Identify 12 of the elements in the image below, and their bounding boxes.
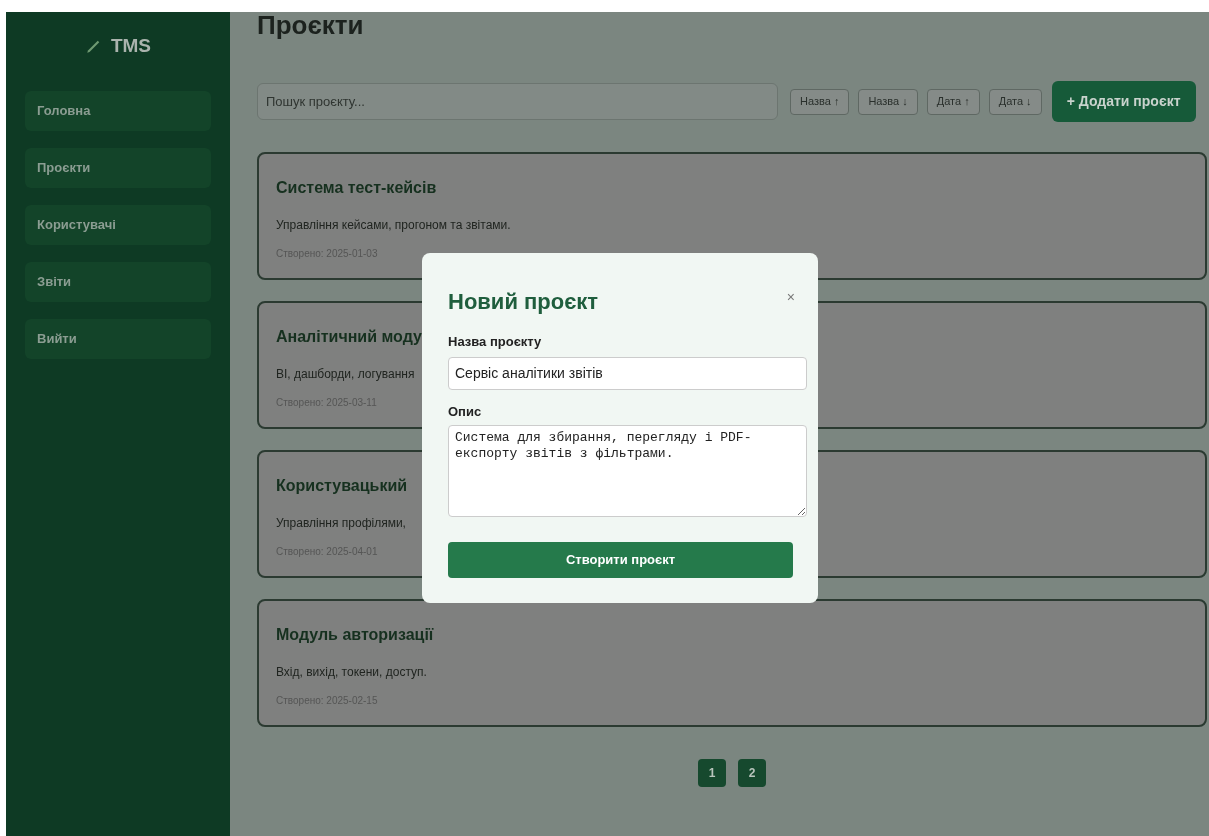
project-description: Вхід, вихід, токени, доступ. bbox=[276, 664, 427, 681]
project-title: Аналітичний моду bbox=[276, 327, 422, 347]
project-description: Управління профілями, bbox=[276, 515, 406, 532]
project-title: Користувацький bbox=[276, 476, 408, 496]
project-description: Управління кейсами, прогоном та звітами. bbox=[276, 217, 511, 234]
project-description: BI, дашборди, логування bbox=[276, 366, 415, 383]
logo-text: TMS bbox=[110, 34, 152, 58]
project-title: Модуль авторизації bbox=[276, 625, 434, 645]
project-title: Система тест-кейсів bbox=[276, 178, 437, 198]
page-title: Проєкти bbox=[257, 12, 364, 38]
field-label: Назва проєкту bbox=[448, 333, 543, 351]
field-label: Опис bbox=[448, 402, 483, 421]
